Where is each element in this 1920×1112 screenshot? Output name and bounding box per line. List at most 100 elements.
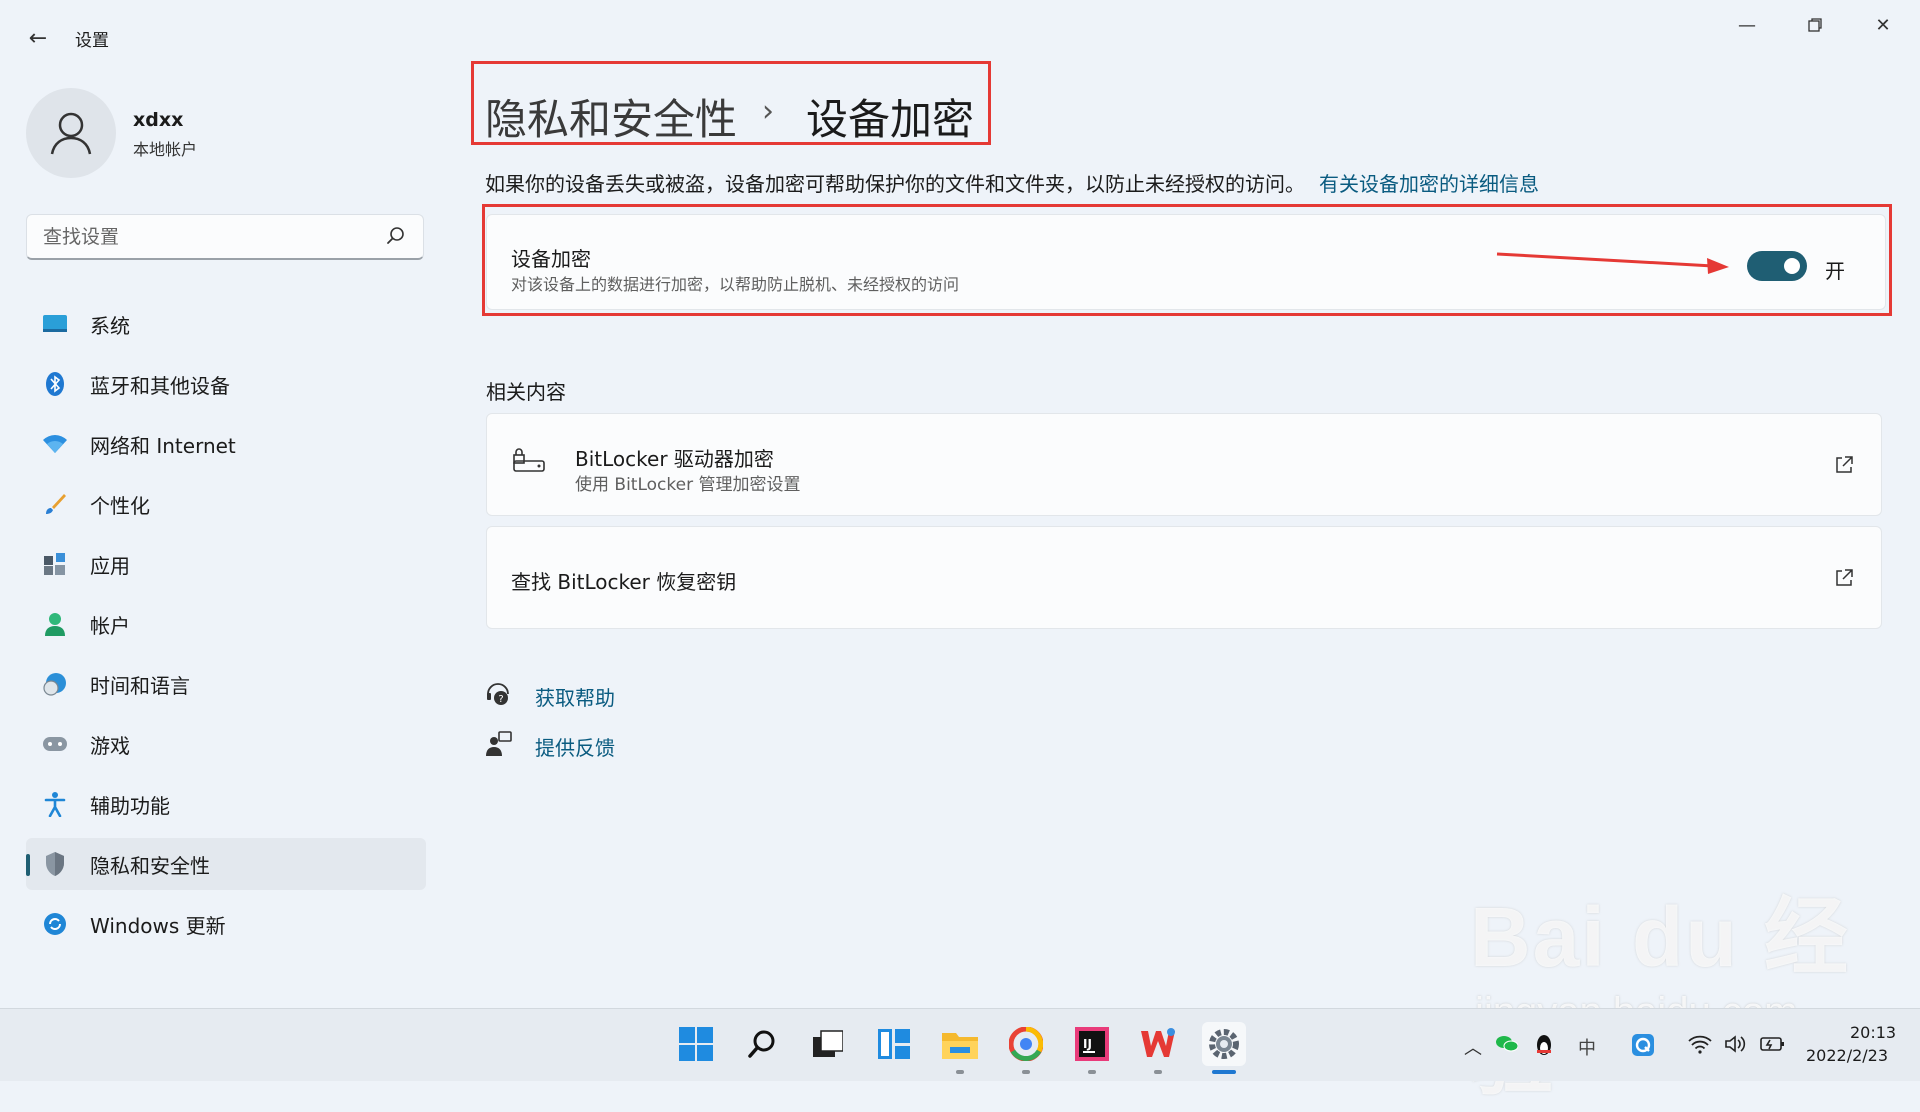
bitlocker-subtitle: 使用 BitLocker 管理加密设置 — [575, 475, 801, 495]
widgets-icon — [878, 1029, 910, 1059]
sidebar-item-label: 个性化 — [90, 493, 150, 518]
back-button[interactable]: ← — [24, 24, 52, 52]
encryption-toggle[interactable] — [1747, 251, 1807, 281]
task-view-icon — [813, 1030, 843, 1057]
person-icon — [42, 611, 68, 637]
search-input[interactable] — [41, 215, 375, 259]
feedback-icon — [486, 731, 512, 756]
description-text: 如果你的设备丢失或被盗，设备加密可帮助保护你的文件和文件夹，以防止未经授权的访问… — [485, 172, 1305, 196]
sidebar-item-label: 蓝牙和其他设备 — [90, 373, 230, 398]
qq-penguin-icon — [1537, 1035, 1551, 1055]
open-external-icon — [1836, 569, 1853, 586]
toggle-state-label: 开 — [1825, 259, 1845, 283]
bluetooth-icon — [42, 371, 68, 397]
restore-button[interactable] — [1792, 10, 1838, 40]
settings-taskbar-button[interactable] — [1202, 1022, 1246, 1066]
open-external-icon — [1836, 456, 1853, 473]
volume-status[interactable] — [1724, 1034, 1748, 1059]
search-icon — [748, 1030, 775, 1058]
globe-clock-icon — [42, 671, 68, 697]
wifi-status[interactable] — [1688, 1034, 1712, 1059]
update-icon — [42, 911, 68, 937]
folder-icon — [942, 1033, 978, 1059]
minimize-icon: — — [1738, 14, 1756, 36]
sidebar-item-accounts[interactable]: 帐户 — [26, 598, 426, 650]
q-app-icon — [1632, 1034, 1654, 1056]
sidebar-item-personalization[interactable]: 个性化 — [26, 478, 426, 530]
sidebar-item-gaming[interactable]: 游戏 — [26, 718, 426, 770]
sidebar-item-time-language[interactable]: 时间和语言 — [26, 658, 426, 710]
close-button[interactable]: ✕ — [1860, 10, 1906, 40]
accessibility-icon — [42, 791, 68, 817]
sidebar-item-label: 隐私和安全性 — [90, 853, 210, 878]
tray-qq[interactable] — [1534, 1034, 1554, 1061]
learn-more-link[interactable]: 有关设备加密的详细信息 — [1319, 172, 1539, 196]
breadcrumb-parent[interactable]: 隐私和安全性 — [485, 86, 737, 147]
chevron-up-icon: ︿ — [1464, 1038, 1482, 1059]
search-box[interactable] — [26, 214, 424, 260]
recovery-key-title: 查找 BitLocker 恢复密钥 — [511, 570, 737, 594]
svg-text:?: ? — [498, 694, 503, 705]
drive-lock-icon — [513, 448, 545, 472]
battery-charging-icon — [1760, 1037, 1784, 1051]
sidebar-item-windows-update[interactable]: Windows 更新 — [26, 898, 426, 950]
wps-icon — [1141, 1028, 1175, 1057]
file-explorer-button[interactable] — [938, 1022, 982, 1066]
wps-button[interactable] — [1136, 1022, 1180, 1066]
arrow-left-icon: ← — [28, 25, 48, 51]
app-title: 设置 — [75, 31, 109, 51]
taskbar-search-button[interactable] — [740, 1022, 784, 1066]
gamepad-icon — [42, 731, 68, 757]
monitor-icon — [42, 311, 68, 337]
give-feedback-link[interactable]: 提供反馈 — [535, 732, 615, 761]
apps-icon — [42, 551, 68, 577]
sidebar-item-privacy-security[interactable]: 隐私和安全性 — [26, 838, 426, 890]
sidebar-item-bluetooth[interactable]: 蓝牙和其他设备 — [26, 358, 426, 410]
task-view-button[interactable] — [806, 1022, 850, 1066]
browser-icon — [1009, 1027, 1043, 1061]
ime-indicator[interactable]: 中 — [1578, 1034, 1596, 1060]
bitlocker-title: BitLocker 驱动器加密 — [575, 447, 774, 471]
search-icon[interactable] — [385, 225, 407, 247]
sidebar-item-system[interactable]: 系统 — [26, 298, 426, 350]
ide-button[interactable]: IJ — [1070, 1022, 1114, 1066]
get-help-link[interactable]: 获取帮助 — [535, 682, 615, 711]
sidebar-item-label: 游戏 — [90, 733, 130, 758]
tray-app[interactable] — [1632, 1034, 1654, 1061]
browser-button[interactable] — [1004, 1022, 1048, 1066]
widgets-button[interactable] — [872, 1022, 916, 1066]
encryption-title: 设备加密 — [511, 247, 591, 271]
speaker-icon — [1725, 1035, 1746, 1053]
shield-icon — [42, 851, 68, 877]
minimize-button[interactable]: — — [1724, 10, 1770, 40]
start-button[interactable] — [674, 1022, 718, 1066]
close-icon: ✕ — [1875, 14, 1891, 36]
clock-date[interactable]: 2022/2/23 — [1806, 1046, 1888, 1065]
sidebar-item-accessibility[interactable]: 辅助功能 — [26, 778, 426, 830]
toggle-knob — [1784, 258, 1800, 274]
battery-status[interactable] — [1760, 1034, 1786, 1059]
sidebar-item-label: 帐户 — [90, 613, 130, 638]
tray-overflow-button[interactable]: ︿ — [1464, 1034, 1482, 1060]
help-icon: ? — [487, 683, 509, 705]
sidebar-item-label: 应用 — [90, 553, 130, 578]
clock-time[interactable]: 20:13 — [1850, 1023, 1896, 1042]
wifi-icon — [1688, 1035, 1712, 1054]
annotation-arrow — [1496, 252, 1729, 274]
tray-wechat[interactable] — [1496, 1034, 1519, 1059]
page-title: 设备加密 — [806, 95, 975, 144]
sidebar-item-network[interactable]: 网络和 Internet — [26, 418, 426, 470]
wifi-icon — [42, 431, 68, 457]
account-type: 本地帐户 — [133, 140, 198, 159]
windows-logo-icon — [679, 1027, 713, 1061]
page-description: 如果你的设备丢失或被盗，设备加密可帮助保护你的文件和文件夹，以防止未经授权的访问… — [485, 168, 1539, 197]
svg-text:IJ: IJ — [1083, 1037, 1092, 1051]
user-icon — [50, 112, 92, 155]
sidebar-item-label: 时间和语言 — [90, 673, 190, 698]
gear-icon — [1209, 1029, 1239, 1059]
encryption-subtitle: 对该设备上的数据进行加密，以帮助防止脱机、未经授权的访问 — [511, 275, 960, 294]
avatar[interactable] — [26, 88, 116, 178]
sidebar-item-apps[interactable]: 应用 — [26, 538, 426, 590]
intellij-icon: IJ — [1075, 1027, 1109, 1061]
active-app-indicator — [1212, 1070, 1236, 1074]
